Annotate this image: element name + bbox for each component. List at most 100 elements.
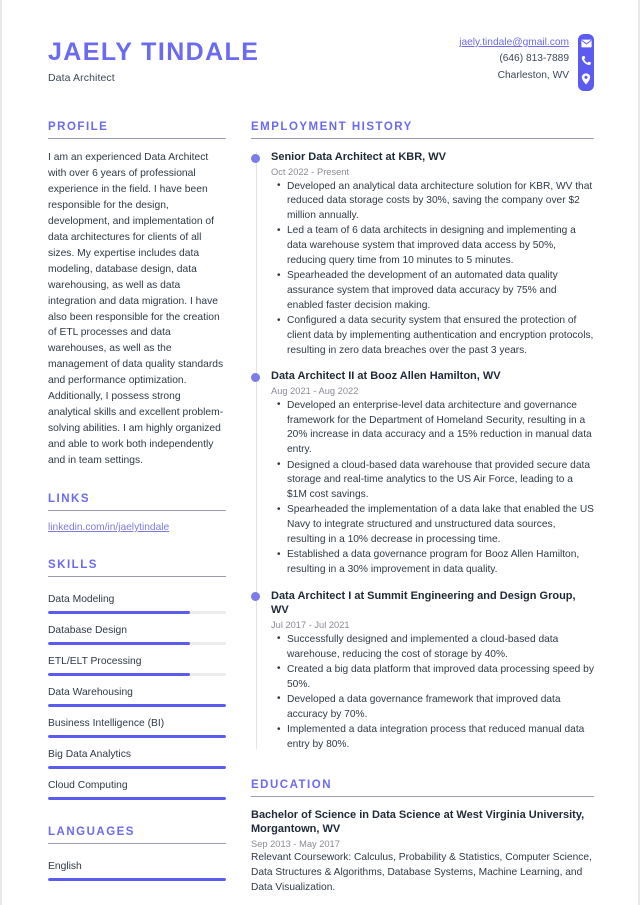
skill-row: ETL/ELT Processing	[48, 650, 226, 677]
employment-entry: Data Architect I at Summit Engineering a…	[251, 589, 594, 753]
section-languages: Languages English	[48, 826, 226, 882]
job-date-range: Aug 2021 - Aug 2022	[271, 385, 359, 396]
section-title-skills: Skills	[48, 559, 98, 572]
employment-entry: Data Architect II at Booz Allen Hamilton…	[251, 369, 594, 578]
skill-row: English	[48, 855, 226, 882]
job-bullet: Established a data governance program fo…	[277, 548, 594, 578]
contact-icon-rail	[578, 34, 594, 91]
job-bullet: Designed a cloud-based data warehouse th…	[277, 458, 594, 503]
section-profile: Profile I am an experienced Data Archite…	[48, 121, 226, 469]
envelope-icon	[580, 39, 592, 48]
section-title-profile: Profile	[48, 121, 109, 133]
job-bullet: Spearheaded the implementation of a data…	[277, 503, 594, 547]
education-degree-heading: Bachelor of Science in Data Science at W…	[251, 808, 585, 836]
main-content: Employment History Senior Data Architect…	[251, 121, 594, 896]
resume-page: JAELY TINDALE Data Architect jaely.tinda…	[0, 0, 640, 905]
timeline-dot-icon	[251, 592, 260, 602]
skill-label: Business Intelligence (BI)	[48, 718, 165, 730]
job-bullet-list: Developed an analytical data architectur…	[271, 179, 594, 359]
skill-label: Database Design	[48, 625, 127, 637]
contact-lines: jaely.tindale@gmail.com (646) 813-7889 C…	[459, 34, 578, 82]
skill-row: Data Modeling	[48, 588, 226, 615]
employment-entry: Senior Data Architect at KBR, WV Oct 2022…	[251, 150, 594, 359]
section-title-education: Education	[251, 778, 333, 791]
job-title-heading: Data Architect II at Booz Allen Hamilton…	[271, 370, 501, 383]
job-date-range: Jul 2017 - Jul 2021	[271, 619, 350, 630]
job-bullet: Led a team of 6 data architects in desig…	[277, 224, 594, 268]
job-title-heading: Senior Data Architect at KBR, WV	[271, 151, 447, 163]
section-divider	[251, 795, 594, 797]
job-bullet: Developed an analytical data architectur…	[277, 179, 594, 224]
skill-level-bar	[48, 611, 226, 615]
contact-email[interactable]: jaely.tindale@gmail.com	[459, 37, 569, 50]
skill-level-bar	[48, 878, 226, 882]
section-links: Links linkedin.com/in/jaelytindale	[48, 493, 226, 533]
section-title-employment: Employment History	[251, 121, 413, 133]
skill-label: English	[48, 861, 82, 873]
job-title-subtitle: Data Architect	[48, 71, 115, 84]
link-item[interactable]: linkedin.com/in/jaelytindale	[48, 522, 226, 533]
education-description: Relevant Coursework: Calculus, Probabili…	[251, 852, 592, 893]
resume-columns: Profile I am an experienced Data Archite…	[2, 121, 638, 896]
name-block: JAELY TINDALE Data Architect	[48, 34, 260, 84]
section-divider	[48, 138, 226, 139]
section-skills: Skills Data Modeling Database Design ETL/E…	[48, 559, 226, 801]
skill-level-bar	[48, 704, 226, 708]
job-bullet: Implemented a data integration process t…	[277, 723, 594, 753]
employment-timeline: Senior Data Architect at KBR, WV Oct 2022…	[251, 150, 594, 753]
location-pin-icon	[581, 73, 591, 85]
resume-header: JAELY TINDALE Data Architect jaely.tinda…	[2, 0, 638, 91]
skill-level-bar	[48, 673, 226, 677]
skills-list: Data Modeling Database Design ETL/ELT Proc…	[48, 588, 226, 801]
skill-level-fill	[48, 878, 226, 882]
section-title-links: Links	[48, 493, 90, 506]
skill-level-fill	[48, 797, 226, 801]
education-entry: Bachelor of Science in Data Science at W…	[251, 808, 594, 896]
job-bullet: Created a big data platform that improve…	[277, 662, 594, 693]
skill-level-fill	[48, 735, 226, 739]
contact-phone: (646) 813-7889	[499, 53, 569, 65]
section-employment-history: Employment History Senior Data Architect…	[251, 121, 594, 753]
skill-level-fill	[48, 766, 226, 770]
section-divider	[48, 576, 226, 578]
section-title-languages: Languages	[48, 826, 135, 839]
education-list: Bachelor of Science in Data Science at W…	[251, 808, 594, 896]
skill-level-fill	[48, 704, 226, 708]
job-bullet-list: Developed an enterprise-level data archi…	[271, 398, 594, 578]
job-bullet: Developed an enterprise-level data archi…	[277, 398, 594, 458]
section-divider	[251, 138, 594, 139]
skill-level-fill	[48, 611, 191, 615]
skill-row: Business Intelligence (BI)	[48, 712, 226, 739]
skill-row: Cloud Computing	[48, 774, 226, 801]
education-date-range: Sep 2013 - May 2017	[251, 839, 340, 850]
job-date-range: Oct 2022 - Present	[271, 166, 350, 177]
skill-level-bar	[48, 766, 226, 770]
skill-label: Cloud Computing	[48, 780, 128, 792]
skill-level-fill	[48, 642, 191, 646]
profile-text: I am an experienced Data Architect with …	[48, 152, 224, 467]
job-bullet: Successfully designed and implemented a …	[277, 632, 594, 663]
links-list: linkedin.com/in/jaelytindale	[48, 522, 226, 533]
skill-level-bar	[48, 642, 226, 646]
section-education: Education Bachelor of Science in Data Sc…	[251, 779, 594, 896]
section-divider	[48, 843, 226, 845]
job-title-heading: Data Architect I at Summit Engineering a…	[271, 589, 576, 617]
page-title: JAELY TINDALE	[48, 38, 260, 66]
skill-level-bar	[48, 735, 226, 739]
skill-row: Database Design	[48, 619, 226, 646]
job-bullet: Configured a data security system that e…	[277, 314, 594, 358]
job-bullet: Developed a data governance framework th…	[277, 692, 594, 723]
skill-label: ETL/ELT Processing	[48, 656, 142, 668]
skill-label: Data Warehousing	[48, 687, 133, 699]
skill-row: Big Data Analytics	[48, 743, 226, 770]
phone-icon	[581, 55, 592, 66]
skill-label: Data Modeling	[48, 594, 115, 606]
contact-block: jaely.tindale@gmail.com (646) 813-7889 C…	[459, 34, 594, 91]
skill-level-bar	[48, 797, 226, 801]
languages-list: English	[48, 855, 226, 882]
section-divider	[48, 510, 226, 512]
skill-label: Big Data Analytics	[48, 749, 131, 761]
job-bullet-list: Successfully designed and implemented a …	[271, 632, 594, 753]
skill-row: Data Warehousing	[48, 681, 226, 708]
timeline-dot-icon	[251, 372, 260, 382]
